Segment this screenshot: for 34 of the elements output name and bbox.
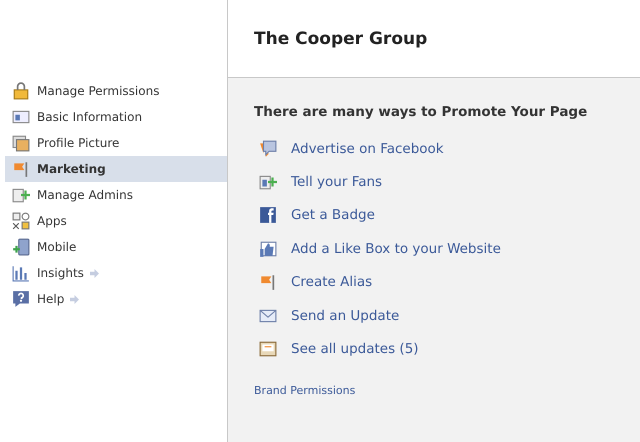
sidebar-item[interactable]: Manage Permissions bbox=[5, 78, 227, 104]
promote-link[interactable]: Get a Badge bbox=[291, 207, 375, 224]
thumbs-up-icon bbox=[259, 240, 277, 258]
sidebar-item[interactable]: Apps bbox=[5, 208, 227, 234]
flag-icon bbox=[259, 273, 277, 292]
speech-bubble-icon bbox=[259, 140, 277, 158]
sidebar-item[interactable]: Help bbox=[5, 286, 227, 312]
lock-icon bbox=[12, 82, 30, 100]
promote-link[interactable]: See all updates (5) bbox=[291, 341, 419, 358]
people-plus-icon bbox=[259, 173, 277, 192]
brand-permissions-link[interactable]: Brand Permissions bbox=[254, 384, 356, 397]
badge-icon bbox=[259, 206, 277, 224]
promote-link[interactable]: Advertise on Facebook bbox=[291, 140, 444, 157]
sidebar-item[interactable]: Basic Information bbox=[5, 104, 227, 130]
sidebar-item[interactable]: Profile Picture bbox=[5, 130, 227, 156]
help-icon bbox=[12, 290, 30, 308]
promote-link[interactable]: Tell your Fans bbox=[291, 174, 382, 190]
promote-link[interactable]: Send an Update bbox=[291, 308, 400, 324]
sidebar-item[interactable]: Mobile bbox=[5, 234, 227, 260]
section-heading: There are many ways to Promote Your Page bbox=[254, 104, 588, 120]
sidebar-item[interactable]: Manage Admins bbox=[5, 182, 227, 208]
page-title: The Cooper Group bbox=[254, 28, 428, 48]
sidebar-item[interactable]: Marketing bbox=[5, 156, 227, 182]
bar-chart-icon bbox=[12, 264, 30, 282]
flag-icon bbox=[12, 160, 30, 178]
id-card-icon bbox=[12, 108, 30, 126]
promote-link[interactable]: Create Alias bbox=[291, 274, 372, 290]
people-plus-icon bbox=[12, 186, 30, 204]
phone-plus-icon bbox=[12, 238, 30, 256]
inbox-icon bbox=[259, 340, 277, 358]
portrait-icon bbox=[12, 134, 30, 152]
promote-link[interactable]: Add a Like Box to your Website bbox=[291, 240, 501, 257]
sidebar-item[interactable]: Insights bbox=[5, 260, 227, 286]
apps-grid-icon bbox=[12, 212, 30, 230]
